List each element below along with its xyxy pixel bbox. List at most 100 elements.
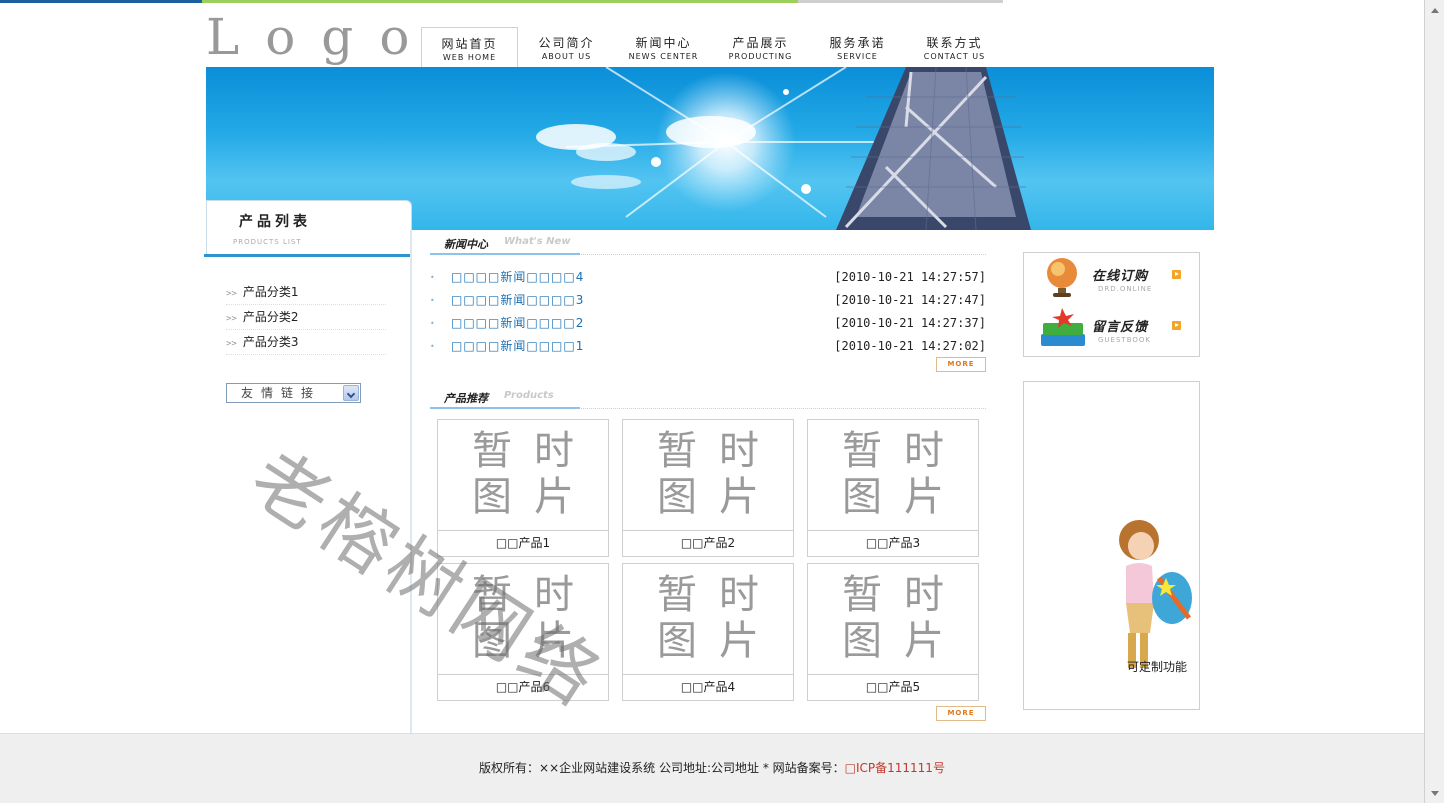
scroll-up-icon[interactable] [1427, 2, 1442, 17]
placeholder-text: 暂时 图片 [438, 428, 608, 520]
news-list: • □□□□新闻□□□□4 [2010-10-21 14:27:57] • □□… [430, 266, 986, 358]
placeholder-line: 图片 [842, 474, 966, 520]
news-section-title: 新闻中心 [444, 238, 488, 251]
placeholder-text: 暂时 图片 [808, 572, 978, 664]
sidebar-accent-line [204, 254, 410, 257]
placeholder-text: 暂时 图片 [623, 428, 793, 520]
news-date: [2010-10-21 14:27:57] [834, 270, 986, 284]
category-item[interactable]: >> 产品分类3 [226, 330, 386, 355]
news-more-button[interactable]: MORE [936, 357, 986, 372]
product-card[interactable]: 暂时 图片 □□产品2 [622, 419, 794, 557]
category-item[interactable]: >> 产品分类1 [226, 280, 386, 305]
product-name[interactable]: □□产品3 [808, 531, 978, 556]
product-card[interactable]: 暂时 图片 □□产品1 [437, 419, 609, 557]
scroll-down-icon[interactable] [1427, 786, 1442, 801]
news-link[interactable]: □□□□新闻□□□□4 [451, 266, 584, 289]
news-link[interactable]: □□□□新闻□□□□2 [451, 312, 584, 335]
bullet-icon: • [430, 296, 435, 305]
news-section-header: 新闻中心 What's New [430, 231, 986, 255]
nav-about[interactable]: 公司简介 ABOUT US [518, 27, 615, 67]
custom-feature-label: 可定制功能 [1127, 660, 1188, 674]
section-underline [430, 407, 580, 409]
nav-sublabel: ABOUT US [541, 52, 592, 61]
product-image-placeholder[interactable]: 暂时 图片 [438, 564, 608, 675]
product-card[interactable]: 暂时 图片 □□产品4 [622, 563, 794, 701]
icp-link[interactable]: □ICP备111111号 [845, 761, 945, 775]
vertical-scrollbar[interactable] [1424, 0, 1444, 803]
product-image-placeholder[interactable]: 暂时 图片 [808, 564, 978, 675]
category-item[interactable]: >> 产品分类2 [226, 305, 386, 330]
news-item: • □□□□新闻□□□□4 [2010-10-21 14:27:57] [430, 266, 986, 289]
news-link[interactable]: □□□□新闻□□□□3 [451, 289, 584, 312]
product-image-placeholder[interactable]: 暂时 图片 [808, 420, 978, 531]
nav-contact[interactable]: 联系方式 CONTACT US [906, 27, 1003, 67]
chevron-down-icon[interactable] [343, 385, 359, 401]
product-name[interactable]: □□产品6 [438, 675, 608, 700]
placeholder-line: 图片 [472, 474, 596, 520]
nav-home[interactable]: 网站首页 WEB HOME [421, 27, 518, 67]
service-panel: 在线订购 DRD.ONLINE 留言反馈 GUESTBOOK [1023, 252, 1200, 357]
nav-products[interactable]: 产品展示 PRODUCTING [712, 27, 809, 67]
product-name[interactable]: □□产品2 [623, 531, 793, 556]
nav-label: 网站首页 [441, 37, 498, 51]
site-logo[interactable]: Logo [206, 8, 421, 66]
placeholder-line: 图片 [472, 618, 596, 664]
product-name[interactable]: □□产品1 [438, 531, 608, 556]
custom-feature-panel: 可定制功能 [1023, 381, 1200, 710]
nav-sublabel: NEWS CENTER [628, 52, 699, 61]
products-more-button[interactable]: MORE [936, 706, 986, 721]
product-name[interactable]: □□产品4 [623, 675, 793, 700]
news-date: [2010-10-21 14:27:47] [834, 293, 986, 307]
service-subtitle: DRD.ONLINE [1098, 285, 1153, 293]
product-list-subtitle: PRODUCTS LIST [233, 238, 302, 246]
placeholder-line: 图片 [657, 474, 781, 520]
products-section-subtitle: Products [504, 390, 554, 401]
product-card[interactable]: 暂时 图片 □□产品5 [807, 563, 979, 701]
guestbook-link[interactable]: 留言反馈 GUESTBOOK [1038, 306, 1188, 352]
nav-label: 服务承诺 [829, 36, 886, 50]
site-footer: 版权所有：××企业网站建设系统 公司地址:公司地址 * 网站备案号：□ICP备1… [0, 733, 1424, 803]
bullet-icon: • [430, 273, 435, 282]
main-nav: 网站首页 WEB HOME 公司简介 ABOUT US 新闻中心 NEWS CE… [421, 27, 1003, 67]
double-chevron-icon: >> [226, 289, 237, 299]
top-accent-bar [798, 0, 1003, 3]
product-list-header: 产品列表 PRODUCTS LIST [206, 200, 412, 256]
bullet-icon: • [430, 319, 435, 328]
placeholder-text: 暂时 图片 [438, 572, 608, 664]
news-section-subtitle: What's New [504, 236, 571, 247]
nav-sublabel: WEB HOME [442, 53, 497, 62]
nav-service[interactable]: 服务承诺 SERVICE [809, 27, 906, 67]
placeholder-line: 暂时 [842, 428, 966, 474]
placeholder-line: 图片 [657, 618, 781, 664]
globe-lamp-icon [1047, 258, 1077, 297]
placeholder-text: 暂时 图片 [623, 572, 793, 664]
nav-sublabel: CONTACT US [923, 52, 986, 61]
online-order-link[interactable]: 在线订购 DRD.ONLINE [1038, 255, 1188, 301]
nav-label: 新闻中心 [635, 36, 692, 50]
product-image-placeholder[interactable]: 暂时 图片 [623, 564, 793, 675]
nav-news[interactable]: 新闻中心 NEWS CENTER [615, 27, 712, 67]
arrow-right-icon [1172, 321, 1181, 330]
category-label: 产品分类3 [242, 335, 299, 349]
nav-label: 联系方式 [926, 36, 983, 50]
product-image-placeholder[interactable]: 暂时 图片 [438, 420, 608, 531]
placeholder-line: 暂时 [472, 572, 596, 618]
category-list: >> 产品分类1 >> 产品分类2 >> 产品分类3 [226, 280, 386, 355]
service-title: 留言反馈 [1092, 320, 1149, 335]
product-image-placeholder[interactable]: 暂时 图片 [623, 420, 793, 531]
nav-label: 公司简介 [538, 36, 595, 50]
product-name[interactable]: □□产品5 [808, 675, 978, 700]
sidebar-divider [410, 230, 412, 733]
friend-links-select[interactable]: 友情链接 [226, 383, 361, 403]
placeholder-line: 暂时 [842, 572, 966, 618]
news-link[interactable]: □□□□新闻□□□□1 [451, 335, 584, 358]
product-card[interactable]: 暂时 图片 □□产品3 [807, 419, 979, 557]
friend-links-label: 友情链接 [241, 386, 322, 400]
top-accent-bar [0, 0, 202, 3]
product-list-title: 产品列表 [239, 214, 311, 230]
news-date: [2010-10-21 14:27:02] [834, 339, 986, 353]
double-chevron-icon: >> [226, 339, 237, 349]
service-title: 在线订购 [1092, 269, 1149, 284]
placeholder-text: 暂时 图片 [808, 428, 978, 520]
product-card[interactable]: 暂时 图片 □□产品6 [437, 563, 609, 701]
